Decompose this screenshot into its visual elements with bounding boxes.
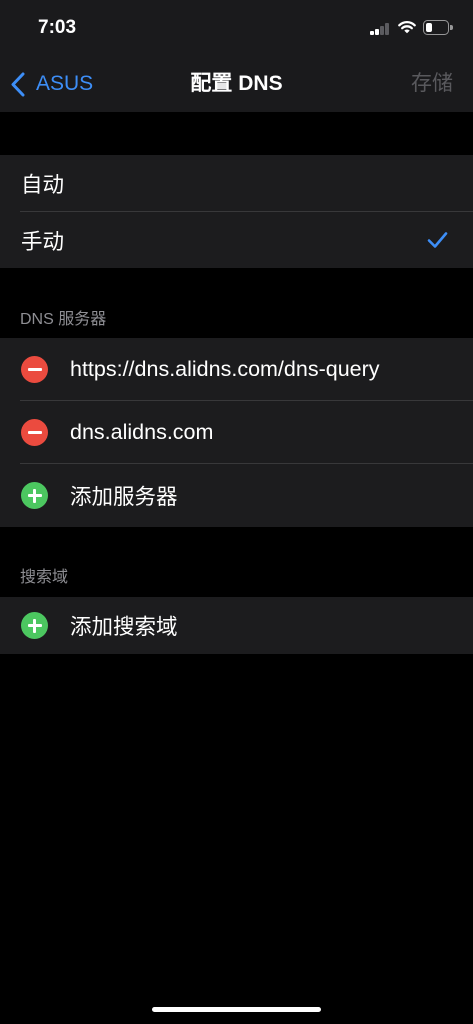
checkmark-icon bbox=[427, 232, 448, 248]
search-domains-header: 搜索域 bbox=[20, 569, 69, 586]
dns-server-address[interactable]: dns.alidns.com bbox=[70, 401, 213, 464]
battery-icon bbox=[423, 20, 453, 35]
option-label: 自动 bbox=[21, 173, 65, 197]
add-circle-icon[interactable] bbox=[21, 612, 48, 639]
battery-level-fill bbox=[425, 22, 432, 33]
remove-circle-icon[interactable] bbox=[21, 419, 48, 446]
search-domains-group: 添加搜索域 bbox=[0, 597, 473, 654]
wifi-icon bbox=[398, 21, 416, 34]
dns-server-row: https://dns.alidns.com/dns-query bbox=[0, 338, 473, 401]
page-title: 配置 DNS bbox=[190, 72, 283, 95]
add-server-row[interactable]: 添加服务器 bbox=[0, 464, 473, 527]
dns-servers-header: DNS 服务器 bbox=[20, 311, 107, 328]
option-label: 手动 bbox=[21, 229, 65, 254]
status-time: 7:03 bbox=[38, 17, 77, 38]
chevron-left-icon bbox=[11, 72, 25, 97]
option-automatic[interactable]: 自动 bbox=[0, 155, 473, 212]
add-server-label[interactable]: 添加服务器 bbox=[70, 464, 178, 527]
configure-mode-group: 自动 手动 bbox=[0, 155, 473, 268]
dns-server-row: dns.alidns.com bbox=[0, 401, 473, 464]
add-search-domain-row[interactable]: 添加搜索域 bbox=[0, 597, 473, 654]
remove-circle-icon[interactable] bbox=[21, 356, 48, 383]
back-button[interactable]: ASUS bbox=[6, 66, 98, 102]
home-indicator[interactable] bbox=[152, 1007, 321, 1012]
cellular-signal-icon bbox=[370, 22, 390, 35]
top-bar: 7:03 ASUS 配置 DNS 存储 bbox=[0, 0, 473, 112]
option-manual[interactable]: 手动 bbox=[0, 212, 473, 268]
add-search-domain-label[interactable]: 添加搜索域 bbox=[70, 597, 178, 654]
dns-server-address[interactable]: https://dns.alidns.com/dns-query bbox=[70, 338, 380, 401]
dns-servers-group: https://dns.alidns.com/dns-query dns.ali… bbox=[0, 338, 473, 527]
back-button-label: ASUS bbox=[36, 72, 94, 95]
add-circle-icon[interactable] bbox=[21, 482, 48, 509]
save-button[interactable]: 存储 bbox=[411, 68, 453, 100]
